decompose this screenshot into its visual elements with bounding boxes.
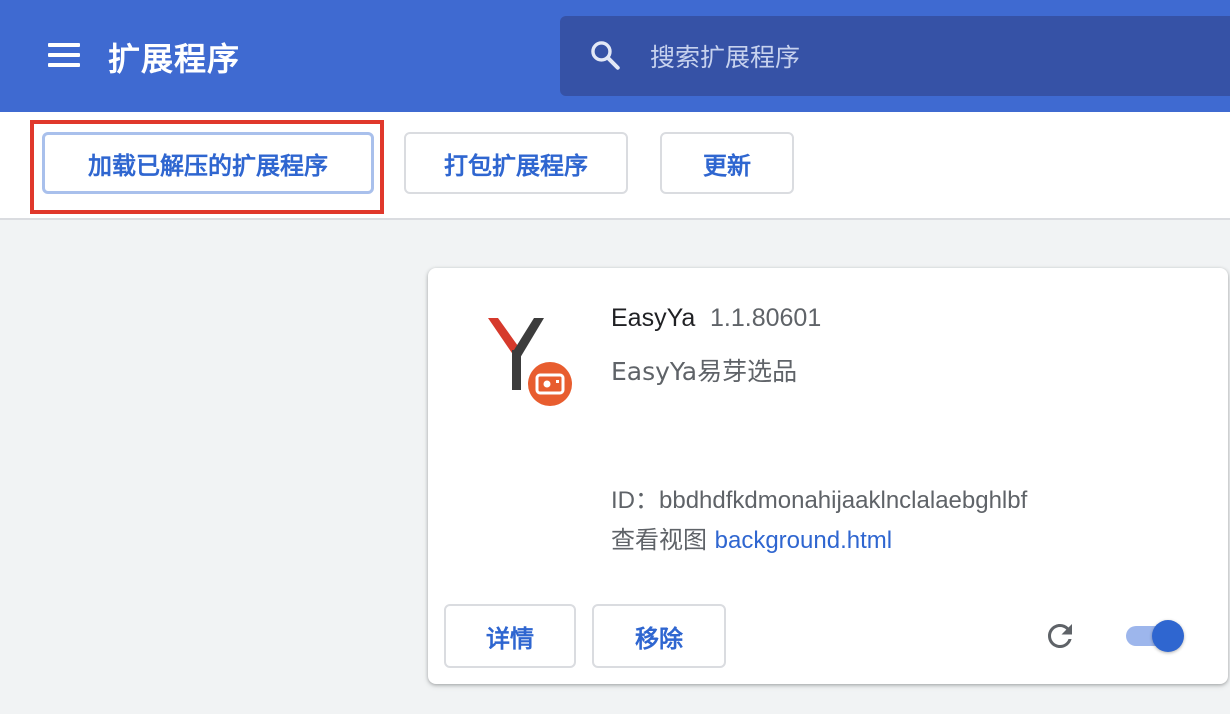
remove-button[interactable]: 移除 (592, 604, 726, 668)
enable-toggle[interactable] (1124, 618, 1188, 654)
highlight-annotation (30, 120, 384, 214)
id-label: ID： (611, 487, 659, 514)
details-button[interactable]: 详情 (444, 604, 576, 668)
search-icon (591, 41, 620, 70)
page-title: 扩展程序 (108, 40, 241, 78)
extension-id-row: ID：bbdhdfkdmonahijaaklnclalaebghlbf (611, 480, 1027, 515)
menu-icon[interactable] (46, 40, 82, 70)
search-box[interactable] (560, 16, 1230, 96)
inspect-views-row: 查看视图 background.html (611, 520, 892, 555)
view-label: 查看视图 (611, 526, 707, 554)
toggle-knob (1152, 620, 1184, 652)
extension-name: EasyYa (611, 304, 696, 332)
extension-card: EasyYa 1.1.80601 EasyYa易芽选品 ID：bbdhdfkdm… (428, 268, 1228, 684)
background-page-link[interactable]: background.html (715, 527, 892, 554)
pack-extension-button[interactable]: 打包扩展程序 (404, 132, 628, 194)
extension-version: 1.1.80601 (710, 304, 822, 332)
update-button[interactable]: 更新 (660, 132, 794, 194)
header-bar: 扩展程序 (0, 0, 1230, 112)
extension-logo-icon (488, 318, 572, 406)
id-value: bbdhdfkdmonahijaaklnclalaebghlbf (659, 487, 1028, 514)
reload-icon[interactable] (1042, 618, 1078, 654)
search-input[interactable] (648, 34, 1212, 80)
extension-description: EasyYa易芽选品 (611, 357, 798, 386)
